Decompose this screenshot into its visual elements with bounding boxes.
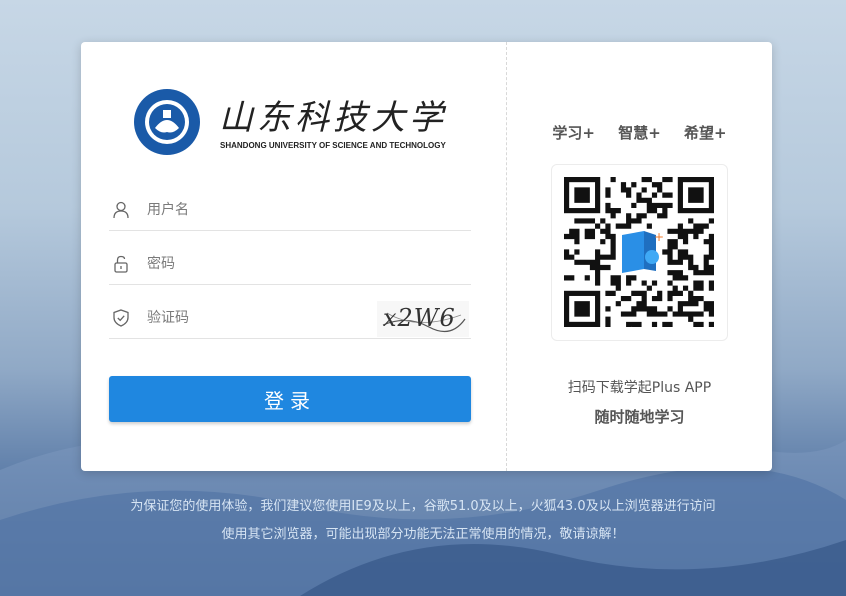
browser-notice-line1: 为保证您的使用体验，我们建议您使用IE9及以上，谷歌51.0及以上，火狐43.0… <box>130 499 716 514</box>
shield-icon <box>113 309 129 327</box>
app-qr-code: + <box>551 164 728 341</box>
slogan-learning: 学习+ <box>552 124 595 142</box>
qr-code-pattern: + <box>564 177 714 327</box>
username-input[interactable] <box>145 196 369 224</box>
login-card: 山东科技大学 SHANDONG UNIVERSITY OF SCIENCE AN… <box>81 42 772 471</box>
password-input[interactable] <box>145 250 369 278</box>
anytime-learning-text: 随时随地学习 <box>594 408 685 426</box>
slogan-row: 学习+ 智慧+ 希望+ <box>507 122 772 143</box>
captcha-text: x2W6 <box>383 304 456 332</box>
slogan-hope: 希望+ <box>684 124 727 142</box>
university-logo: 山东科技大学 SHANDONG UNIVERSITY OF SCIENCE AN… <box>133 88 453 158</box>
captcha-input[interactable] <box>145 304 369 332</box>
slogan-wisdom: 智慧+ <box>618 124 661 142</box>
captcha-row: x2W6 <box>109 296 471 339</box>
login-button[interactable]: 登录 <box>109 376 471 422</box>
scan-download-text: 扫码下载学起Plus APP <box>567 380 712 396</box>
svg-text:+: + <box>654 230 664 244</box>
university-name-cn: 山东科技大学 <box>219 98 447 138</box>
book-icon: + <box>618 229 664 275</box>
university-name-en: SHANDONG UNIVERSITY OF SCIENCE AND TECHN… <box>220 141 446 150</box>
university-seal-icon <box>134 89 200 155</box>
captcha-image[interactable]: x2W6 <box>377 301 469 337</box>
password-row <box>109 242 471 285</box>
user-icon <box>113 201 129 219</box>
username-row <box>109 188 471 231</box>
browser-notice-line2: 使用其它浏览器，可能出现部分功能无法正常使用的情况，敬请谅解！ <box>221 527 625 542</box>
lock-icon <box>114 255 128 273</box>
